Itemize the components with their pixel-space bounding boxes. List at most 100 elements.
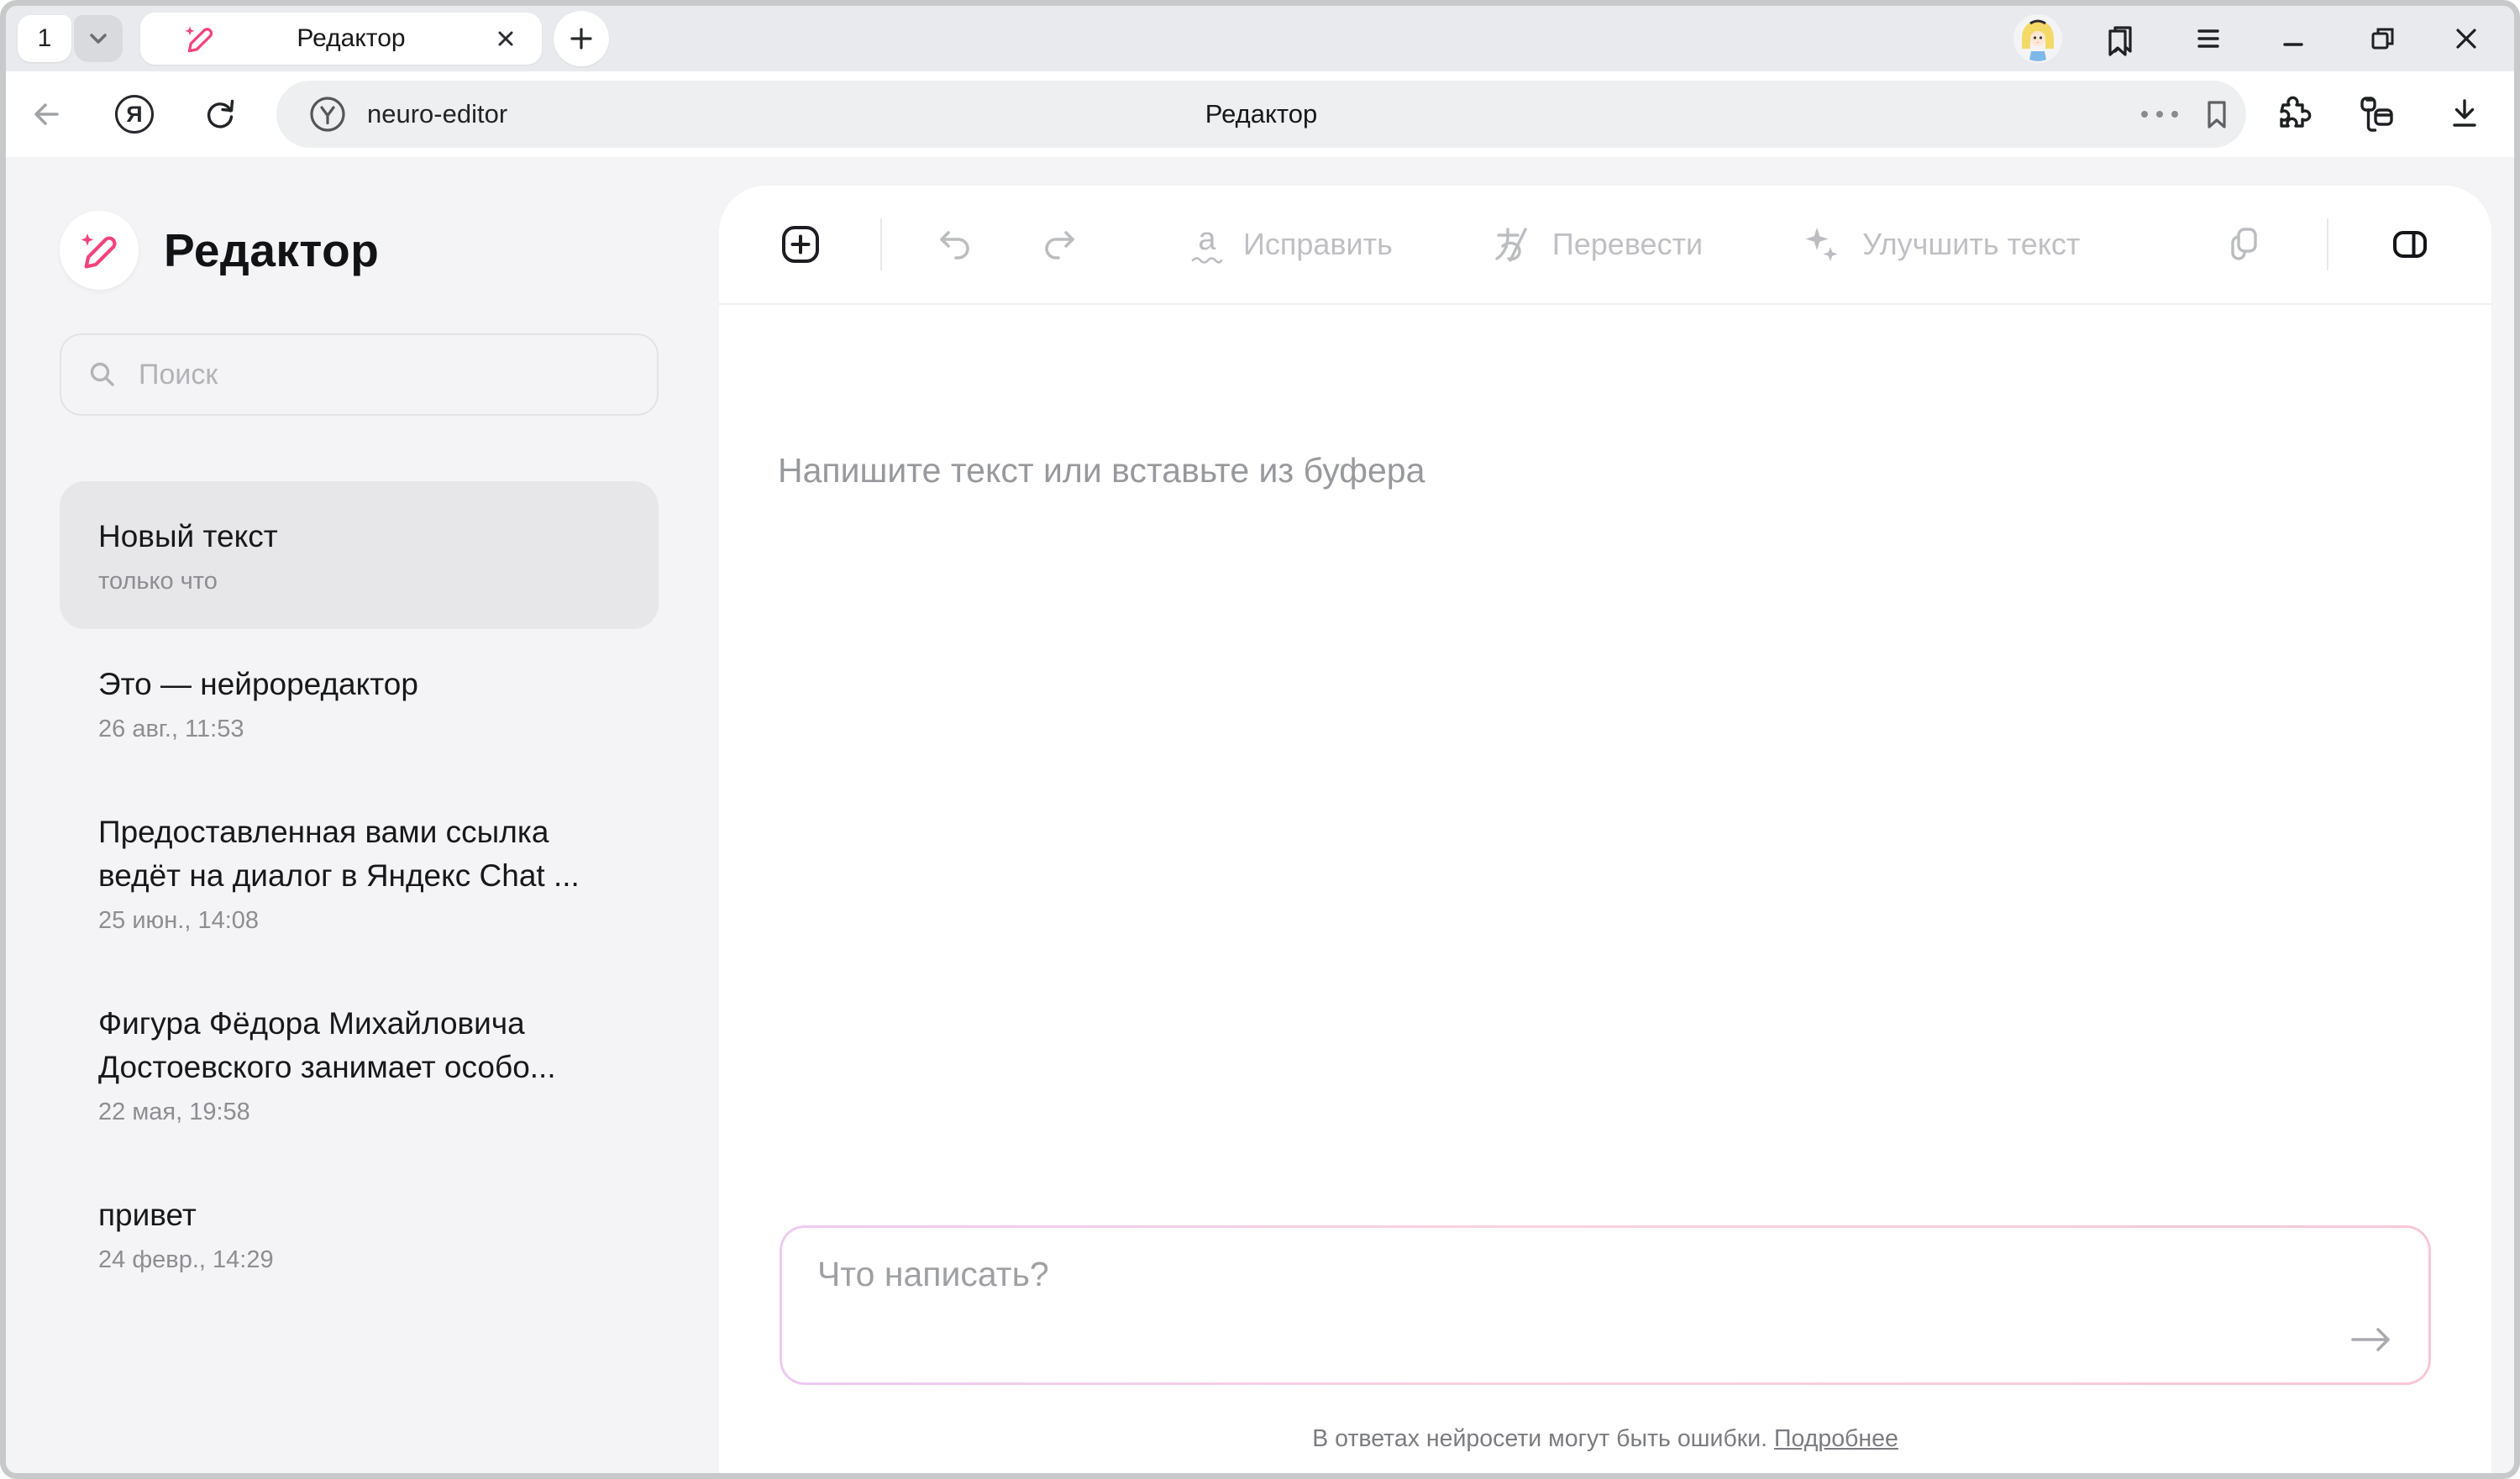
doc-item-privet[interactable]: привет 24 февр., 14:29 <box>60 1160 659 1308</box>
tab-close-icon[interactable] <box>491 24 520 53</box>
translate-button[interactable]: Перевести <box>1490 223 1703 265</box>
more-actions-button[interactable] <box>2138 106 2181 123</box>
page-title: Редактор <box>276 99 2246 129</box>
spellcheck-icon: a <box>1191 225 1223 264</box>
editor-card: a Исправить <box>719 186 2491 1473</box>
address-bar: Я neuro-editor Редактор <box>6 71 2514 157</box>
url-text: neuro-editor <box>367 99 507 129</box>
tab-editor[interactable]: Редактор <box>140 13 542 65</box>
yandex-letter: Я <box>126 102 142 128</box>
downloads-button[interactable] <box>2445 95 2484 134</box>
editor-placeholder[interactable]: Напишите текст или вставьте из буфера <box>778 451 1425 490</box>
back-button[interactable] <box>26 94 66 134</box>
yandex-home-button[interactable]: Я <box>115 95 154 134</box>
minimize-icon <box>2276 22 2310 55</box>
doc-title: привет <box>98 1193 620 1237</box>
toolbar-divider <box>880 218 882 270</box>
back-arrow-icon <box>26 94 66 134</box>
restore-window-button[interactable] <box>2365 21 2401 56</box>
magic-pencil-icon <box>181 20 218 57</box>
prompt-input[interactable] <box>816 1253 2319 1362</box>
search-icon <box>85 357 120 392</box>
plus-square-icon <box>780 223 822 265</box>
minimize-window-button[interactable] <box>2276 22 2310 55</box>
profile-avatar[interactable] <box>2013 13 2063 64</box>
bookmark-icon <box>2197 95 2236 134</box>
doc-time: 25 июн., 14:08 <box>98 907 620 935</box>
close-icon <box>2449 21 2484 56</box>
restore-icon <box>2365 21 2401 56</box>
send-arrow-icon <box>2346 1320 2398 1359</box>
site-badge-icon <box>307 93 349 135</box>
app-title: Редактор <box>164 223 379 277</box>
app-area: Редактор Новый текст только что Это — не… <box>6 157 2514 1473</box>
document-list: Новый текст только что Это — нейроредакт… <box>60 481 659 1308</box>
copy-icon <box>2224 223 2266 265</box>
plus-icon <box>565 23 597 55</box>
doc-title: Предоставленная вами ссылка ведёт на диа… <box>98 810 620 898</box>
fix-text-button[interactable]: a Исправить <box>1191 225 1393 264</box>
redo-icon <box>1040 224 1080 265</box>
doc-item-dostoevsky[interactable]: Фигура Фёдора Михайловича Достоевского з… <box>60 968 659 1160</box>
main-area: a Исправить <box>719 157 2514 1473</box>
redo-button[interactable] <box>1040 224 1080 265</box>
passwords-button[interactable] <box>2354 92 2399 137</box>
yandex-logo-icon: Я <box>115 95 154 134</box>
disclaimer-text: В ответах нейросети могут быть ошибки. <box>1312 1425 1767 1452</box>
new-tab-button[interactable] <box>554 11 609 66</box>
search-box[interactable] <box>60 333 659 416</box>
doc-item-new-text[interactable]: Новый текст только что <box>60 481 659 629</box>
puzzle-icon <box>2271 93 2313 135</box>
extensions-button[interactable] <box>2271 93 2313 135</box>
doc-title: Фигура Фёдора Михайловича Достоевского з… <box>98 1002 620 1089</box>
close-window-button[interactable] <box>2449 21 2484 56</box>
prompt-box[interactable] <box>780 1225 2431 1385</box>
copy-button[interactable] <box>2224 223 2266 265</box>
hamburger-menu-icon <box>2191 21 2226 56</box>
undo-button[interactable] <box>934 224 974 265</box>
ellipsis-icon <box>2138 106 2181 123</box>
bookmarks-panel-button[interactable] <box>2101 19 2139 58</box>
doc-title: Новый текст <box>98 515 620 559</box>
omnibox[interactable]: neuro-editor Редактор <box>276 81 2246 148</box>
improve-label: Улучшить текст <box>1862 227 2080 262</box>
spellcheck-letter: a <box>1198 225 1215 254</box>
bookmark-page-button[interactable] <box>2197 95 2236 134</box>
app-logo-row: Редактор <box>60 211 659 290</box>
refresh-button[interactable] <box>200 94 240 134</box>
learn-more-link[interactable]: Подробнее <box>1774 1425 1898 1452</box>
tab-strip: 1 Редактор <box>6 6 2514 71</box>
squiggle-underline-icon <box>1191 255 1223 264</box>
avatar-icon <box>2013 13 2063 64</box>
tab-title: Редактор <box>218 24 491 53</box>
sidebar: Редактор Новый текст только что Это — не… <box>6 157 719 1473</box>
toggle-panel-button[interactable] <box>2389 223 2431 265</box>
doc-time: 26 авг., 11:53 <box>98 716 620 743</box>
editor-toolbar: a Исправить <box>719 186 2491 305</box>
send-button[interactable] <box>2346 1320 2398 1359</box>
app-logo <box>60 211 139 290</box>
doc-time: 24 февр., 14:29 <box>98 1246 620 1274</box>
search-input[interactable] <box>137 358 633 392</box>
refresh-icon <box>200 94 240 134</box>
doc-item-link-dialog[interactable]: Предоставленная вами ссылка ведёт на диа… <box>60 777 659 968</box>
tab-count-label: 1 <box>38 24 52 53</box>
key-card-icon <box>2354 92 2399 137</box>
split-panel-icon <box>2389 223 2431 265</box>
download-icon <box>2445 95 2484 134</box>
doc-item-neuroeditor[interactable]: Это — нейроредактор 26 авг., 11:53 <box>60 629 659 777</box>
tab-group-pill: 1 <box>18 15 123 62</box>
browser-menu-button[interactable] <box>2191 21 2226 56</box>
doc-time: только что <box>98 568 620 595</box>
translate-icon <box>1490 223 1532 265</box>
magic-pencil-icon <box>76 227 123 274</box>
browser-window: 1 Редактор <box>0 0 2520 1479</box>
new-document-button[interactable] <box>780 223 822 265</box>
tab-counter-button[interactable]: 1 <box>18 15 71 62</box>
sparkles-icon <box>1800 223 1842 265</box>
double-bookmark-icon <box>2101 19 2139 58</box>
tab-list-chevron-button[interactable] <box>74 15 123 62</box>
doc-title: Это — нейроредактор <box>98 663 620 706</box>
improve-text-button[interactable]: Улучшить текст <box>1800 223 2080 265</box>
undo-icon <box>934 224 974 265</box>
